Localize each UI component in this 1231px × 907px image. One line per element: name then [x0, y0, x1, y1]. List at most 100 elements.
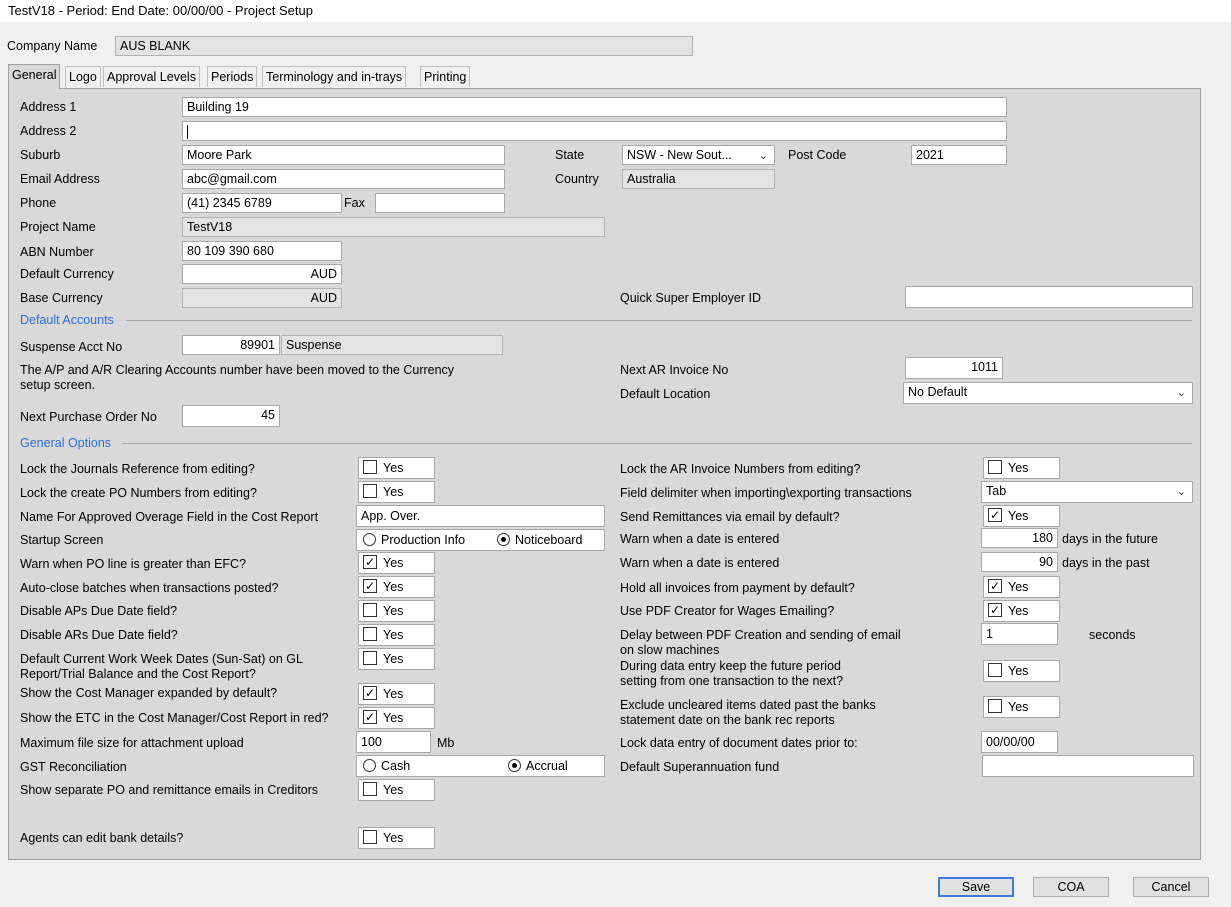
etc-red-checkbox[interactable]: ✓ Yes	[358, 707, 435, 729]
quick-super-label: Quick Super Employer ID	[620, 291, 762, 305]
email-label: Email Address	[20, 172, 100, 186]
default-week-checkbox[interactable]: Yes	[358, 648, 435, 670]
address2-input[interactable]	[182, 121, 1007, 141]
suspense-no-input[interactable]: 89901	[182, 335, 280, 355]
send-remit-checkbox[interactable]: ✓ Yes	[983, 505, 1060, 527]
divider	[122, 443, 1192, 444]
checkmark-icon: ✓	[988, 603, 1002, 617]
warn-future-unit: days in the future	[1062, 532, 1158, 546]
radio-accrual[interactable]	[508, 759, 521, 772]
email-input[interactable]: abc@gmail.com	[182, 169, 505, 189]
delay-input[interactable]: 1	[981, 623, 1058, 645]
quick-super-input[interactable]	[905, 286, 1193, 308]
warn-past-label: Warn when a date is entered	[620, 556, 780, 570]
exclude-checkbox[interactable]: Yes	[983, 696, 1060, 718]
delay-label-line1: Delay between PDF Creation and sending o…	[620, 628, 901, 642]
checkmark-icon: ✓	[988, 508, 1002, 522]
postcode-input[interactable]: 2021	[911, 145, 1007, 165]
suburb-input[interactable]: Moore Park	[182, 145, 505, 165]
radio-accrual-label: Accrual	[526, 759, 568, 773]
delay-unit: seconds	[1089, 628, 1136, 642]
title-bar: TestV18 - Period: End Date: 00/00/00 - P…	[0, 0, 1231, 22]
warn-future-input[interactable]: 180	[981, 528, 1058, 548]
window-title: TestV18 - Period: End Date: 00/00/00 - P…	[8, 3, 313, 18]
chevron-down-icon: ⌄	[1176, 486, 1186, 498]
project-name-field: TestV18	[182, 217, 605, 237]
default-currency-input[interactable]: AUD	[182, 264, 342, 284]
next-ar-label: Next AR Invoice No	[620, 363, 729, 377]
next-ar-input[interactable]: 1011	[905, 357, 1003, 379]
radio-cash[interactable]	[363, 759, 376, 772]
address1-label: Address 1	[20, 100, 77, 114]
pdf-creator-checkbox[interactable]: ✓ Yes	[983, 600, 1060, 622]
address1-input[interactable]: Building 19	[182, 97, 1007, 117]
checkbox-empty-icon	[363, 651, 377, 665]
future-period-checkbox[interactable]: Yes	[983, 660, 1060, 682]
lock-po-checkbox[interactable]: Yes	[358, 481, 435, 503]
overage-name-input[interactable]: App. Over.	[356, 505, 605, 527]
tab-periods[interactable]: Periods	[207, 66, 258, 87]
coa-button[interactable]: COA	[1033, 877, 1109, 897]
checkbox-empty-icon	[363, 603, 377, 617]
lock-journals-label: Lock the Journals Reference from editing…	[20, 462, 255, 476]
tab-approval-levels[interactable]: Approval Levels	[103, 66, 200, 87]
default-location-select[interactable]: No Default ⌄	[903, 382, 1193, 404]
etc-red-label: Show the ETC in the Cost Manager/Cost Re…	[20, 711, 329, 725]
clearing-note-line1: The A/P and A/R Clearing Accounts number…	[20, 363, 455, 377]
country-label: Country	[555, 172, 599, 186]
suspense-name-field: Suspense	[281, 335, 503, 355]
disable-ar-checkbox[interactable]: Yes	[358, 624, 435, 646]
fax-input[interactable]	[375, 193, 505, 213]
default-location-label: Default Location	[620, 387, 711, 401]
fax-label: Fax	[344, 196, 365, 210]
max-file-unit: Mb	[437, 736, 455, 750]
separate-po-checkbox[interactable]: Yes	[358, 779, 435, 801]
save-button[interactable]: Save	[938, 877, 1014, 897]
state-label: State	[555, 148, 585, 162]
auto-close-checkbox[interactable]: ✓ Yes	[358, 576, 435, 598]
checkbox-empty-icon	[988, 460, 1002, 474]
max-file-input[interactable]: 100	[356, 731, 431, 753]
send-remit-label: Send Remittances via email by default?	[620, 510, 840, 524]
cost-manager-label: Show the Cost Manager expanded by defaul…	[20, 686, 278, 700]
radio-noticeboard[interactable]	[497, 533, 510, 546]
tab-terminology[interactable]: Terminology and in-trays	[262, 66, 407, 87]
cost-manager-checkbox[interactable]: ✓ Yes	[358, 683, 435, 705]
default-week-label-line2: Report/Trial Balance and the Cost Report…	[20, 667, 256, 681]
agents-bank-checkbox[interactable]: Yes	[358, 827, 435, 849]
tab-printing[interactable]: Printing	[420, 66, 471, 87]
warn-po-checkbox[interactable]: ✓ Yes	[358, 552, 435, 574]
super-fund-input[interactable]	[982, 755, 1194, 777]
warn-past-input[interactable]: 90	[981, 552, 1058, 572]
exclude-label-line2: statement date on the bank rec reports	[620, 713, 835, 727]
hold-invoices-checkbox[interactable]: ✓ Yes	[983, 576, 1060, 598]
lock-journals-checkbox[interactable]: Yes	[358, 457, 435, 479]
phone-input[interactable]: (41) 2345 6789	[182, 193, 342, 213]
chevron-down-icon: ⌄	[758, 150, 768, 162]
default-currency-label: Default Currency	[20, 267, 114, 281]
tab-general[interactable]: General	[8, 64, 61, 89]
lock-ar-checkbox[interactable]: Yes	[983, 457, 1060, 479]
disable-ap-checkbox[interactable]: Yes	[358, 600, 435, 622]
cancel-button[interactable]: Cancel	[1133, 877, 1209, 897]
company-name-label: Company Name	[7, 39, 98, 53]
company-name-field: AUS BLANK	[115, 36, 693, 56]
warn-future-label: Warn when a date is entered	[620, 532, 780, 546]
state-select[interactable]: NSW - New Sout... ⌄	[622, 145, 775, 165]
gst-label: GST Reconciliation	[20, 760, 127, 774]
abn-input[interactable]: 80 109 390 680	[182, 241, 342, 261]
super-fund-label: Default Superannuation fund	[620, 760, 780, 774]
phone-label: Phone	[20, 196, 57, 210]
tab-logo[interactable]: Logo	[65, 66, 101, 87]
delimiter-select[interactable]: Tab ⌄	[981, 481, 1193, 503]
lock-dates-input[interactable]: 00/00/00	[981, 731, 1058, 753]
startup-radio-group: Production Info Noticeboard	[356, 529, 605, 551]
next-po-input[interactable]: 45	[182, 405, 280, 427]
delay-label-line2: on slow machines	[620, 643, 720, 657]
abn-label: ABN Number	[20, 245, 94, 259]
pdf-creator-label: Use PDF Creator for Wages Emailing?	[620, 604, 835, 618]
delimiter-value: Tab	[986, 484, 1007, 498]
radio-production-info[interactable]	[363, 533, 376, 546]
radio-noticeboard-label: Noticeboard	[515, 533, 583, 547]
hold-invoices-label: Hold all invoices from payment by defaul…	[620, 581, 855, 595]
